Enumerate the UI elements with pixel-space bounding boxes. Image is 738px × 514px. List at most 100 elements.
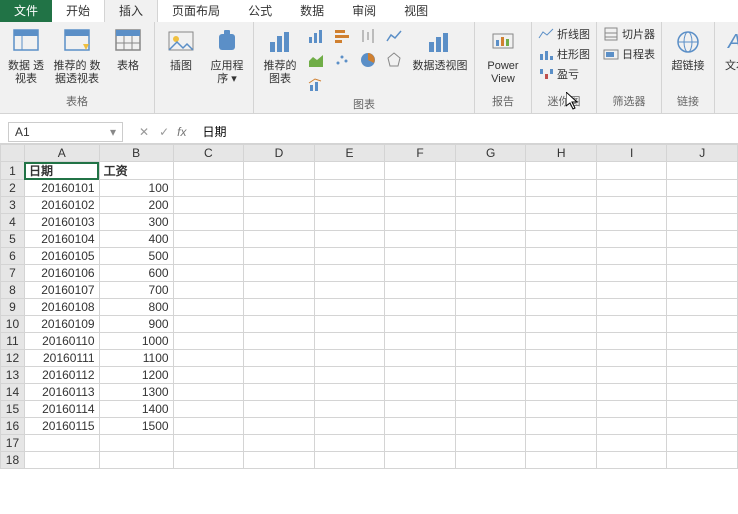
cell-A18[interactable] [24, 452, 99, 469]
radar-chart-icon[interactable] [384, 50, 404, 70]
cell-F7[interactable] [385, 265, 456, 282]
slicer-button[interactable]: 切片器 [603, 26, 655, 42]
cell-G7[interactable] [455, 265, 526, 282]
column-header-G[interactable]: G [455, 145, 526, 162]
cell-I16[interactable] [597, 418, 667, 435]
cell-F16[interactable] [385, 418, 456, 435]
cell-A11[interactable]: 20160110 [24, 333, 99, 350]
cell-I2[interactable] [597, 180, 667, 197]
textbox-button[interactable]: A 文本 [721, 26, 738, 73]
cell-C14[interactable] [173, 384, 244, 401]
cell-G12[interactable] [455, 350, 526, 367]
cell-D4[interactable] [244, 214, 315, 231]
cell-D8[interactable] [244, 282, 315, 299]
column-header-C[interactable]: C [173, 145, 244, 162]
column-header-E[interactable]: E [314, 145, 385, 162]
row-header-4[interactable]: 4 [1, 214, 25, 231]
cell-C3[interactable] [173, 197, 244, 214]
cell-E2[interactable] [314, 180, 385, 197]
cell-E6[interactable] [314, 248, 385, 265]
cell-J17[interactable] [667, 435, 738, 452]
timeline-button[interactable]: 日程表 [603, 46, 655, 62]
addins-button[interactable]: 应用程 序 ▾ [207, 26, 247, 86]
cell-J6[interactable] [667, 248, 738, 265]
cell-B10[interactable]: 900 [99, 316, 173, 333]
cell-C11[interactable] [173, 333, 244, 350]
cell-G17[interactable] [455, 435, 526, 452]
cell-E15[interactable] [314, 401, 385, 418]
column-header-B[interactable]: B [99, 145, 173, 162]
column-header-F[interactable]: F [385, 145, 456, 162]
recommended-pivot-button[interactable]: 推荐的 数据透视表 [52, 26, 102, 86]
cell-G8[interactable] [455, 282, 526, 299]
cell-F5[interactable] [385, 231, 456, 248]
row-header-14[interactable]: 14 [1, 384, 25, 401]
cell-J15[interactable] [667, 401, 738, 418]
cell-I12[interactable] [597, 350, 667, 367]
combo-chart-icon[interactable] [306, 74, 326, 94]
cell-H12[interactable] [526, 350, 597, 367]
enter-formula-icon[interactable]: ✓ [159, 125, 169, 139]
cell-D16[interactable] [244, 418, 315, 435]
pie-chart-icon[interactable] [358, 50, 378, 70]
cell-I14[interactable] [597, 384, 667, 401]
column-header-A[interactable]: A [24, 145, 99, 162]
formula-input[interactable] [196, 122, 738, 142]
cell-C13[interactable] [173, 367, 244, 384]
fx-label-icon[interactable]: fx [177, 125, 186, 139]
tab-insert[interactable]: 插入 [104, 0, 158, 22]
column-header-J[interactable]: J [667, 145, 738, 162]
cell-H9[interactable] [526, 299, 597, 316]
cell-E11[interactable] [314, 333, 385, 350]
cell-H6[interactable] [526, 248, 597, 265]
cell-G15[interactable] [455, 401, 526, 418]
cell-D17[interactable] [244, 435, 315, 452]
row-header-8[interactable]: 8 [1, 282, 25, 299]
row-header-5[interactable]: 5 [1, 231, 25, 248]
cell-D12[interactable] [244, 350, 315, 367]
cell-F11[interactable] [385, 333, 456, 350]
cell-C7[interactable] [173, 265, 244, 282]
cell-I11[interactable] [597, 333, 667, 350]
cell-I7[interactable] [597, 265, 667, 282]
cell-H15[interactable] [526, 401, 597, 418]
cell-G9[interactable] [455, 299, 526, 316]
stock-chart-icon[interactable] [358, 26, 378, 46]
cell-C16[interactable] [173, 418, 244, 435]
cell-H14[interactable] [526, 384, 597, 401]
cell-G11[interactable] [455, 333, 526, 350]
cell-A10[interactable]: 20160109 [24, 316, 99, 333]
row-header-10[interactable]: 10 [1, 316, 25, 333]
tab-page-layout[interactable]: 页面布局 [158, 0, 234, 22]
cell-I17[interactable] [597, 435, 667, 452]
cell-F17[interactable] [385, 435, 456, 452]
cell-H18[interactable] [526, 452, 597, 469]
cell-G5[interactable] [455, 231, 526, 248]
tab-home[interactable]: 开始 [52, 0, 104, 22]
bar-chart-icon[interactable] [332, 26, 352, 46]
cell-D2[interactable] [244, 180, 315, 197]
cell-C15[interactable] [173, 401, 244, 418]
cell-E16[interactable] [314, 418, 385, 435]
power-view-button[interactable]: Power View [481, 26, 525, 86]
hyperlink-button[interactable]: 超链接 [668, 26, 708, 73]
cell-B9[interactable]: 800 [99, 299, 173, 316]
cell-J12[interactable] [667, 350, 738, 367]
cell-B17[interactable] [99, 435, 173, 452]
cell-G1[interactable] [455, 162, 526, 180]
cell-I8[interactable] [597, 282, 667, 299]
cell-F8[interactable] [385, 282, 456, 299]
cell-D10[interactable] [244, 316, 315, 333]
cell-C9[interactable] [173, 299, 244, 316]
row-header-7[interactable]: 7 [1, 265, 25, 282]
cell-H10[interactable] [526, 316, 597, 333]
cell-A1[interactable]: 日期 [24, 162, 99, 180]
cell-B14[interactable]: 1300 [99, 384, 173, 401]
cell-J5[interactable] [667, 231, 738, 248]
cell-G16[interactable] [455, 418, 526, 435]
cell-D11[interactable] [244, 333, 315, 350]
sparkline-column-button[interactable]: 柱形图 [538, 46, 590, 62]
cell-I5[interactable] [597, 231, 667, 248]
cell-C18[interactable] [173, 452, 244, 469]
select-all-corner[interactable] [1, 145, 25, 162]
